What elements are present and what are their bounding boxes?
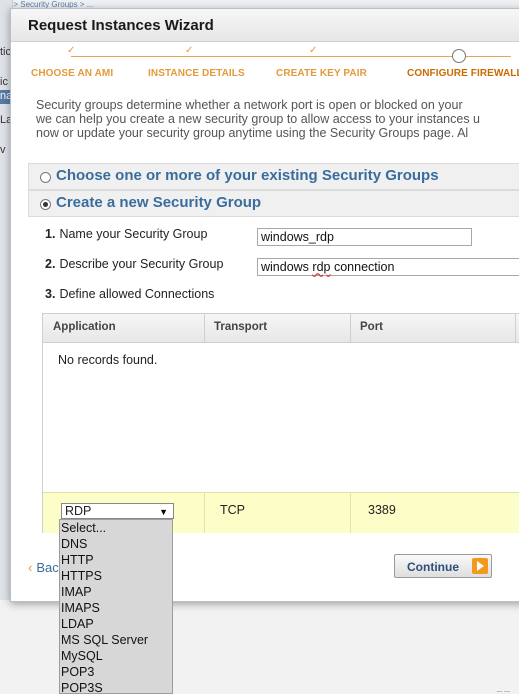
step-create-key-pair[interactable]: CREATE KEY PAIR: [276, 68, 367, 79]
cell-divider: [350, 493, 351, 533]
option-new-group[interactable]: Create a new Security Group: [28, 190, 519, 217]
dropdown-option[interactable]: HTTPS: [60, 568, 172, 584]
port-value: 3389: [368, 503, 396, 517]
step-done-check-icon: ✓: [185, 45, 194, 56]
column-divider: [515, 314, 516, 342]
step-done-check-icon: ✓: [309, 45, 318, 56]
description-text: connection: [330, 260, 395, 274]
dropdown-option[interactable]: POP3S: [60, 680, 172, 693]
arrow-right-icon: [472, 558, 488, 574]
label-text: Name your Security Group: [59, 227, 208, 241]
option-existing-groups[interactable]: Choose one or more of your existing Secu…: [28, 163, 519, 190]
intro-line: we can help you create a new security gr…: [36, 112, 480, 126]
transport-value: TCP: [220, 503, 245, 517]
back-label: Bac: [36, 560, 59, 575]
describe-group-label: 2. Describe your Security Group: [45, 257, 223, 271]
radio-new-group[interactable]: [40, 199, 51, 210]
dropdown-option[interactable]: MySQL: [60, 648, 172, 664]
step-done-check-icon: ✓: [67, 45, 76, 56]
resize-grip-icon[interactable]: .... ....: [496, 684, 510, 694]
dropdown-option[interactable]: IMAPS: [60, 600, 172, 616]
chevron-left-icon: ‹: [28, 560, 33, 575]
column-transport[interactable]: Transport: [214, 321, 267, 333]
intro-text: Security groups determine whether a netw…: [36, 98, 519, 140]
cell-divider: [204, 493, 205, 533]
dropdown-option[interactable]: LDAP: [60, 616, 172, 632]
dropdown-option[interactable]: IMAP: [60, 584, 172, 600]
step-choose-ami[interactable]: CHOOSE AN AMI: [31, 68, 113, 79]
dropdown-option[interactable]: HTTP: [60, 552, 172, 568]
continue-label: Continue: [407, 560, 459, 574]
column-divider: [350, 314, 351, 342]
name-group-label: 1. Name your Security Group: [45, 227, 207, 241]
connections-label: 3. Define allowed Connections: [45, 287, 214, 301]
dropdown-option[interactable]: POP3: [60, 664, 172, 680]
application-select[interactable]: RDP ▼: [61, 503, 174, 519]
intro-line: now or update your security group anytim…: [36, 126, 469, 140]
group-name-input[interactable]: windows_rdp: [257, 228, 472, 246]
application-dropdown-list[interactable]: Select... DNS HTTP HTTPS IMAP IMAPS LDAP…: [59, 519, 173, 694]
dropdown-arrow-icon: ▼: [159, 507, 168, 517]
label-text: Describe your Security Group: [59, 257, 224, 271]
option-new-label: Create a new Security Group: [56, 194, 262, 211]
step-number: 2.: [45, 257, 56, 271]
dropdown-option[interactable]: DNS: [60, 536, 172, 552]
column-application[interactable]: Application: [53, 321, 116, 333]
group-description-input[interactable]: windows rdp connection: [257, 258, 519, 276]
step-current-circle-icon: [452, 49, 466, 63]
option-existing-label: Choose one or more of your existing Secu…: [56, 167, 439, 184]
step-instance-details[interactable]: INSTANCE DETAILS: [148, 68, 245, 79]
step-configure-firewall: CONFIGURE FIREWALL: [407, 68, 519, 79]
description-text: windows: [261, 260, 313, 274]
spellcheck-word: rdp: [312, 260, 331, 274]
radio-existing-groups[interactable]: [40, 172, 51, 183]
background-breadcrumb: ers > Security Groups > ...: [0, 0, 519, 8]
back-link[interactable]: ‹ Bac: [28, 560, 59, 575]
wizard-titlebar: Request Instances Wizard: [11, 9, 519, 42]
intro-line: Security groups determine whether a netw…: [36, 98, 463, 112]
dropdown-option[interactable]: MS SQL Server: [60, 632, 172, 648]
wizard-title: Request Instances Wizard: [28, 17, 214, 34]
dropdown-option[interactable]: Select...: [60, 520, 172, 536]
empty-message: No records found.: [58, 353, 158, 367]
column-divider: [204, 314, 205, 342]
connections-table: Application Transport Port No records fo…: [42, 313, 519, 533]
progress-line: [71, 56, 511, 57]
step-number: 3.: [45, 287, 56, 301]
table-header: Application Transport Port: [43, 314, 519, 343]
label-text: Define allowed Connections: [59, 287, 215, 301]
application-selected-value: RDP: [65, 504, 92, 518]
continue-button[interactable]: Continue: [394, 554, 492, 578]
column-port[interactable]: Port: [360, 321, 383, 333]
step-number: 1.: [45, 227, 56, 241]
wizard-dialog: Request Instances Wizard ✓ ✓ ✓ CHOOSE AN…: [10, 8, 519, 602]
